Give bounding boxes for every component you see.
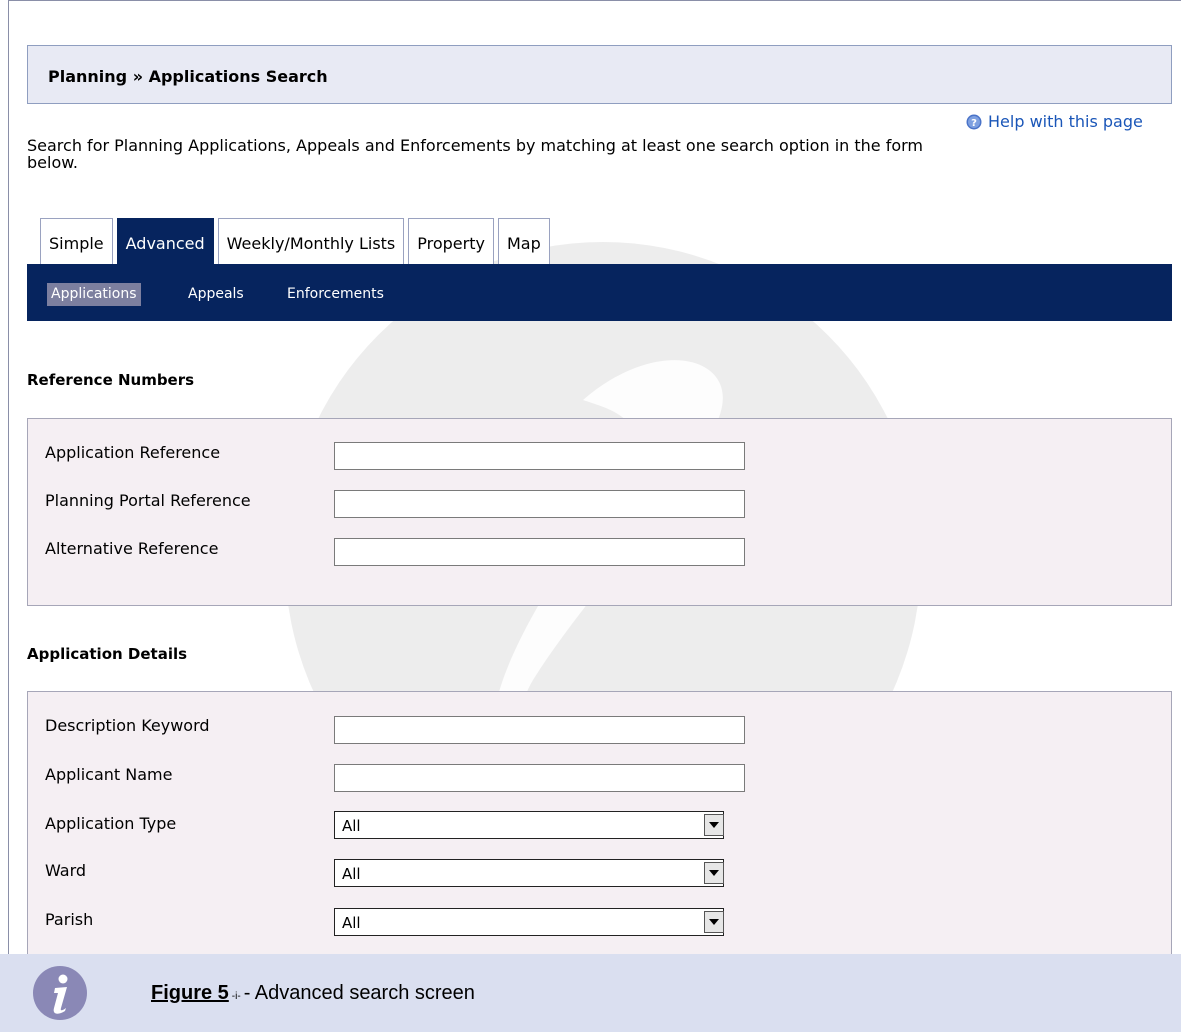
description-keyword-label: Description Keyword <box>45 716 210 735</box>
description-keyword-input[interactable] <box>334 716 745 744</box>
tab-map[interactable]: Map <box>497 218 550 265</box>
chevron-down-icon <box>709 870 719 876</box>
subnav-applications[interactable]: Applications <box>47 283 141 306</box>
application-type-label: Application Type <box>45 814 177 833</box>
subnav-enforcements[interactable]: Enforcements <box>287 283 384 306</box>
tab-advanced[interactable]: Advanced <box>116 218 214 265</box>
info-icon <box>33 966 87 1020</box>
help-link[interactable]: ? Help with this page <box>966 112 1143 131</box>
parish-select[interactable]: All <box>334 908 724 936</box>
parish-dropdown-button[interactable] <box>704 911 724 933</box>
figure-caption-text: - Advanced search screen <box>243 982 475 1004</box>
parish-label: Parish <box>45 910 94 929</box>
application-reference-label: Application Reference <box>45 443 221 462</box>
applicant-name-label: Applicant Name <box>45 765 173 784</box>
ward-dropdown-button[interactable] <box>704 862 724 884</box>
figure-caption: Figure 5 -i- - Advanced search screen <box>151 982 475 1005</box>
help-icon: ? <box>966 114 982 129</box>
application-type-select[interactable]: All <box>334 811 724 839</box>
application-details-heading: Application Details <box>27 645 188 663</box>
figure-number: -i- <box>231 991 241 1002</box>
search-tabs: Simple Advanced Weekly/Monthly Lists Pro… <box>40 218 550 265</box>
chevron-down-icon <box>709 822 719 828</box>
figure-caption-bar: Figure 5 -i- - Advanced search screen <box>0 954 1181 1032</box>
help-link-label[interactable]: Help with this page <box>988 112 1143 131</box>
planning-portal-reference-label: Planning Portal Reference <box>45 491 251 510</box>
alternative-reference-label: Alternative Reference <box>45 539 219 558</box>
tab-property[interactable]: Property <box>408 218 494 265</box>
ward-select[interactable]: All <box>334 859 724 887</box>
chevron-down-icon <box>709 919 719 925</box>
tab-weekly-monthly-lists[interactable]: Weekly/Monthly Lists <box>217 218 405 265</box>
application-reference-input[interactable] <box>334 442 745 470</box>
svg-text:?: ? <box>971 118 977 129</box>
figure-label: Figure 5 <box>151 982 229 1004</box>
subnav-appeals[interactable]: Appeals <box>188 283 244 306</box>
intro-text: Search for Planning Applications, Appeal… <box>27 136 924 172</box>
tab-simple[interactable]: Simple <box>40 218 113 265</box>
reference-numbers-heading: Reference Numbers <box>27 371 195 389</box>
page-title: Planning » Applications Search <box>27 45 1172 104</box>
application-type-dropdown-button[interactable] <box>704 814 724 836</box>
applicant-name-input[interactable] <box>334 764 745 792</box>
alternative-reference-input[interactable] <box>334 538 745 566</box>
planning-portal-reference-input[interactable] <box>334 490 745 518</box>
sub-navigation: Applications Appeals Enforcements <box>27 264 1172 321</box>
ward-label: Ward <box>45 861 87 880</box>
